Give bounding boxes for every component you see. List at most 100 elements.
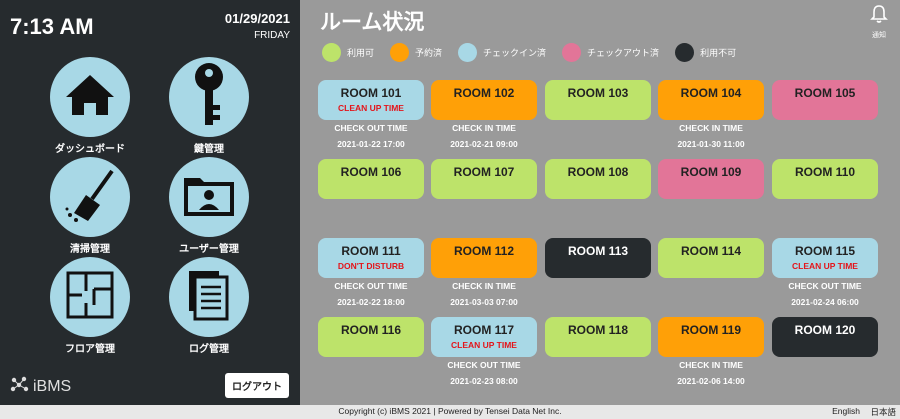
room-card[interactable]: ROOM 117 CLEAN UP TIME: [431, 317, 537, 357]
room-name: ROOM 110: [794, 165, 856, 179]
footer: Copyright (c) iBMS 2021 | Powered by Ten…: [0, 405, 900, 419]
room-time: 2021-02-06 14:00: [677, 376, 745, 386]
legend-dot: [322, 43, 341, 62]
room-tile[interactable]: ROOM 119 CHECK IN TIME 2021-02-06 14:00: [658, 317, 764, 386]
room-tile[interactable]: ROOM 106: [318, 159, 424, 199]
room-name: ROOM 118: [567, 323, 629, 337]
nav-key-management[interactable]: 鍵管理: [149, 57, 269, 155]
key-icon: [189, 61, 229, 134]
legend-dot: [458, 43, 478, 62]
room-tile[interactable]: ROOM 105: [772, 80, 878, 120]
room-name: ROOM 120: [794, 323, 856, 337]
room-card[interactable]: ROOM 102: [431, 80, 537, 120]
clock: 7:13 AM: [10, 14, 94, 39]
nav-cleaning[interactable]: 清掃管理: [30, 157, 150, 255]
room-name: ROOM 104: [680, 86, 742, 100]
room-status: CLEAN UP TIME: [338, 103, 404, 113]
room-card[interactable]: ROOM 115 CLEAN UP TIME: [772, 238, 878, 278]
room-name: ROOM 116: [340, 323, 402, 337]
nav-user-management[interactable]: ユーザー管理: [149, 157, 269, 255]
room-tile[interactable]: ROOM 118: [545, 317, 651, 357]
room-time: 2021-03-03 07:00: [450, 297, 518, 307]
room-name: ROOM 115: [794, 244, 856, 258]
room-tile[interactable]: ROOM 117 CLEAN UP TIME CHECK OUT TIME 2021-…: [431, 317, 537, 386]
room-tile[interactable]: ROOM 101 CLEAN UP TIME CHECK OUT TIME 2021-…: [318, 80, 424, 149]
room-card[interactable]: ROOM 101 CLEAN UP TIME: [318, 80, 424, 120]
nav-log-management[interactable]: ログ管理: [149, 257, 269, 355]
language-japanese[interactable]: 日本語: [870, 406, 896, 418]
legend-label: チェックイン済: [483, 49, 547, 59]
brand-name: iBMS: [33, 377, 72, 395]
room-card[interactable]: ROOM 114: [658, 238, 764, 278]
room-card[interactable]: ROOM 112: [431, 238, 537, 278]
room-name: ROOM 109: [680, 165, 742, 179]
language-english[interactable]: English: [832, 406, 860, 416]
room-card[interactable]: ROOM 118: [545, 317, 651, 357]
room-tile[interactable]: ROOM 113: [545, 238, 651, 278]
room-tile[interactable]: ROOM 116: [318, 317, 424, 357]
nav-user-label: ユーザー管理: [179, 244, 239, 255]
room-tile[interactable]: ROOM 109: [658, 159, 764, 199]
nav-key-label: 鍵管理: [194, 144, 224, 155]
room-tile[interactable]: ROOM 107: [431, 159, 537, 199]
room-time: 2021-02-23 08:00: [450, 376, 518, 386]
room-tile[interactable]: ROOM 102 CHECK IN TIME 2021-02-21 09:00: [431, 80, 537, 149]
room-name: ROOM 106: [340, 165, 402, 179]
room-status: CLEAN UP TIME: [451, 340, 517, 350]
room-name: ROOM 101: [340, 86, 402, 100]
room-card[interactable]: ROOM 109: [658, 159, 764, 199]
legend-item: 予約済: [390, 43, 442, 62]
room-card[interactable]: ROOM 111 DON'T DISTURB: [318, 238, 424, 278]
weekday: FRIDAY: [254, 30, 290, 41]
nav-log-label: ログ管理: [189, 344, 229, 355]
legend-item: 利用可: [322, 43, 374, 62]
room-name: ROOM 117: [453, 323, 515, 337]
room-card[interactable]: ROOM 120: [772, 317, 878, 357]
house-icon: [64, 73, 116, 122]
logout-button[interactable]: ログアウト: [225, 373, 289, 398]
room-card[interactable]: ROOM 106: [318, 159, 424, 199]
brand-logo: iBMS: [10, 376, 71, 397]
room-card[interactable]: ROOM 119: [658, 317, 764, 357]
room-status: DON'T DISTURB: [337, 261, 405, 271]
page-title: ルーム状況: [320, 10, 425, 34]
nav-floor-management[interactable]: フロア管理: [30, 257, 150, 355]
legend-item: チェックアウト済: [562, 43, 659, 62]
room-tile[interactable]: ROOM 103: [545, 80, 651, 120]
room-card[interactable]: ROOM 110: [772, 159, 878, 199]
room-name: ROOM 113: [567, 244, 629, 258]
room-tile[interactable]: ROOM 114: [658, 238, 764, 278]
room-tile[interactable]: ROOM 110: [772, 159, 878, 199]
room-card[interactable]: ROOM 113: [545, 238, 651, 278]
room-time-label: CHECK IN TIME: [679, 360, 743, 370]
legend-item: 利用不可: [675, 43, 736, 62]
room-card[interactable]: ROOM 103: [545, 80, 651, 120]
room-tile[interactable]: ROOM 112 CHECK IN TIME 2021-03-03 07:00: [431, 238, 537, 307]
legend-label: 予約済: [415, 49, 443, 59]
room-name: ROOM 107: [453, 165, 515, 179]
room-time-label: CHECK IN TIME: [679, 123, 743, 133]
room-tile[interactable]: ROOM 120: [772, 317, 878, 357]
broom-icon: [62, 167, 118, 228]
room-time: 2021-02-21 09:00: [450, 139, 518, 149]
room-card[interactable]: ROOM 116: [318, 317, 424, 357]
bell-icon: [870, 5, 888, 28]
room-time-label: CHECK IN TIME: [452, 123, 516, 133]
room-card[interactable]: ROOM 108: [545, 159, 651, 199]
room-tile[interactable]: ROOM 115 CLEAN UP TIME CHECK OUT TIME 2021-…: [772, 238, 878, 307]
room-card[interactable]: ROOM 107: [431, 159, 537, 199]
nav-dashboard[interactable]: ダッシュボード: [30, 57, 150, 155]
room-tile[interactable]: ROOM 111 DON'T DISTURB CHECK OUT TIME 2021-…: [318, 238, 424, 307]
room-tile[interactable]: ROOM 108: [545, 159, 651, 199]
room-tile[interactable]: ROOM 104 CHECK IN TIME 2021-01-30 11:00: [658, 80, 764, 149]
legend-item: チェックイン済: [458, 43, 546, 62]
nav-floor-label: フロア管理: [65, 344, 115, 355]
room-card[interactable]: ROOM 105: [772, 80, 878, 120]
room-name: ROOM 102: [453, 86, 515, 100]
user-folder-icon: [182, 172, 236, 223]
room-time-label: CHECK OUT TIME: [334, 281, 408, 291]
room-card[interactable]: ROOM 104: [658, 80, 764, 120]
nav-cleaning-label: 清掃管理: [70, 244, 110, 255]
room-name: ROOM 108: [567, 165, 629, 179]
notification-button[interactable]: 通知: [870, 4, 888, 40]
